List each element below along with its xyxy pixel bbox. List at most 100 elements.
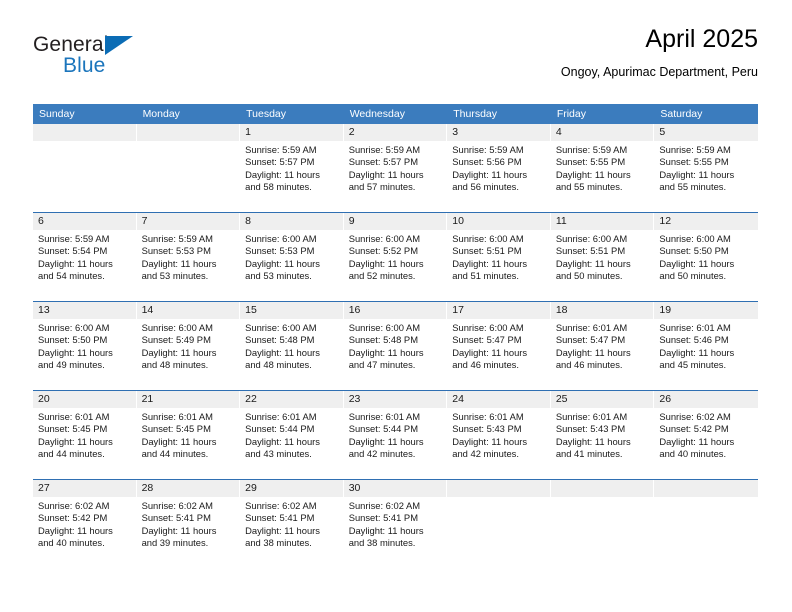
day-info: Sunrise: 6:01 AM Sunset: 5:45 PM Dayligh… — [137, 408, 241, 461]
day-cell[interactable]: 11 Sunrise: 6:00 AM Sunset: 5:51 PM Dayl… — [550, 213, 655, 301]
day-cell[interactable]: 1 Sunrise: 5:59 AM Sunset: 5:57 PM Dayli… — [240, 124, 344, 212]
day-cell[interactable]: 10 Sunrise: 6:00 AM Sunset: 5:51 PM Dayl… — [447, 213, 551, 301]
weekday-header-sunday: Sunday — [39, 108, 75, 120]
day-number: 7 — [136, 213, 241, 230]
day-cell[interactable]: 18 Sunrise: 6:01 AM Sunset: 5:47 PM Dayl… — [550, 302, 655, 390]
sunrise-text: Sunrise: 6:02 AM — [38, 500, 110, 511]
day-cell[interactable]: 20 Sunrise: 6:01 AM Sunset: 5:45 PM Dayl… — [33, 391, 137, 479]
sunrise-text: Sunrise: 5:59 AM — [245, 144, 317, 155]
day-number: 6 — [33, 213, 137, 230]
day-cell[interactable]: 16 Sunrise: 6:00 AM Sunset: 5:48 PM Dayl… — [343, 302, 448, 390]
daylight-text-line2: and 45 minutes. — [659, 359, 727, 371]
day-info: Sunrise: 6:01 AM Sunset: 5:45 PM Dayligh… — [33, 408, 137, 461]
weekday-header-monday: Monday — [142, 108, 180, 120]
day-info: Sunrise: 6:00 AM Sunset: 5:48 PM Dayligh… — [344, 319, 448, 372]
sunrise-text: Sunrise: 6:01 AM — [452, 411, 524, 422]
day-cell[interactable]: 21 Sunrise: 6:01 AM Sunset: 5:45 PM Dayl… — [136, 391, 241, 479]
daylight-text-line2: and 55 minutes. — [555, 181, 623, 193]
sunset-text: Sunset: 5:53 PM — [141, 245, 211, 257]
day-cell[interactable]: 13 Sunrise: 6:00 AM Sunset: 5:50 PM Dayl… — [33, 302, 137, 390]
day-cell[interactable]: 24 Sunrise: 6:01 AM Sunset: 5:43 PM Dayl… — [447, 391, 551, 479]
daylight-text-line1: Daylight: 11 hours — [38, 346, 113, 358]
day-cell[interactable]: 28 Sunrise: 6:02 AM Sunset: 5:41 PM Dayl… — [136, 480, 241, 568]
day-cell[interactable]: 15 Sunrise: 6:00 AM Sunset: 5:48 PM Dayl… — [240, 302, 344, 390]
sunrise-text: Sunrise: 6:00 AM — [38, 322, 110, 333]
week-row: 6 Sunrise: 5:59 AM Sunset: 5:54 PM Dayli… — [33, 212, 758, 301]
general-blue-logo[interactable]: General Blue — [33, 34, 233, 84]
sunset-text: Sunset: 5:47 PM — [555, 334, 626, 346]
day-number — [447, 480, 551, 497]
weekday-header-row: Sunday Monday Tuesday Wednesday Thursday… — [33, 104, 758, 124]
day-number — [136, 124, 241, 141]
day-info: Sunrise: 6:00 AM Sunset: 5:49 PM Dayligh… — [137, 319, 241, 372]
sunrise-text: Sunrise: 5:59 AM — [659, 144, 731, 155]
daylight-text-line1: Daylight: 11 hours — [245, 257, 320, 269]
daylight-text-line2: and 55 minutes. — [659, 181, 727, 193]
day-cell[interactable]: 12 Sunrise: 6:00 AM Sunset: 5:50 PM Dayl… — [654, 213, 758, 301]
day-info: Sunrise: 6:00 AM Sunset: 5:50 PM Dayligh… — [33, 319, 137, 372]
daylight-text-line1: Daylight: 11 hours — [555, 257, 631, 269]
day-info: Sunrise: 6:01 AM Sunset: 5:43 PM Dayligh… — [551, 408, 655, 461]
day-cell[interactable]: 3 Sunrise: 5:59 AM Sunset: 5:56 PM Dayli… — [447, 124, 551, 212]
day-number: 30 — [343, 480, 448, 497]
daylight-text-line1: Daylight: 11 hours — [348, 435, 424, 447]
day-cell[interactable]: 8 Sunrise: 6:00 AM Sunset: 5:53 PM Dayli… — [240, 213, 344, 301]
daylight-text-line1: Daylight: 11 hours — [141, 346, 217, 358]
day-cell[interactable]: 6 Sunrise: 5:59 AM Sunset: 5:54 PM Dayli… — [33, 213, 137, 301]
day-info: Sunrise: 6:02 AM Sunset: 5:41 PM Dayligh… — [137, 497, 241, 550]
daylight-text-line1: Daylight: 11 hours — [659, 435, 735, 447]
day-cell[interactable]: 27 Sunrise: 6:02 AM Sunset: 5:42 PM Dayl… — [33, 480, 137, 568]
day-number: 21 — [136, 391, 241, 408]
day-cell[interactable]: 23 Sunrise: 6:01 AM Sunset: 5:44 PM Dayl… — [343, 391, 448, 479]
week-row: 20 Sunrise: 6:01 AM Sunset: 5:45 PM Dayl… — [33, 390, 758, 479]
daylight-text-line2: and 53 minutes. — [141, 270, 209, 282]
sunset-text: Sunset: 5:41 PM — [245, 512, 315, 524]
sunrise-text: Sunrise: 6:01 AM — [555, 322, 628, 333]
day-cell[interactable]: 14 Sunrise: 6:00 AM Sunset: 5:49 PM Dayl… — [136, 302, 241, 390]
day-cell[interactable]: 30 Sunrise: 6:02 AM Sunset: 5:41 PM Dayl… — [343, 480, 448, 568]
day-cell[interactable]: 17 Sunrise: 6:00 AM Sunset: 5:47 PM Dayl… — [447, 302, 551, 390]
sunrise-text: Sunrise: 6:00 AM — [659, 233, 731, 244]
sunrise-text: Sunrise: 6:01 AM — [141, 411, 213, 422]
day-cell[interactable] — [136, 124, 241, 212]
sunset-text: Sunset: 5:50 PM — [659, 245, 729, 257]
day-cell[interactable]: 9 Sunrise: 6:00 AM Sunset: 5:52 PM Dayli… — [343, 213, 448, 301]
day-cell[interactable]: 29 Sunrise: 6:02 AM Sunset: 5:41 PM Dayl… — [240, 480, 344, 568]
sunset-text: Sunset: 5:49 PM — [141, 334, 211, 346]
day-cell[interactable]: 26 Sunrise: 6:02 AM Sunset: 5:42 PM Dayl… — [654, 391, 758, 479]
daylight-text-line2: and 56 minutes. — [452, 181, 519, 193]
sunrise-text: Sunrise: 5:59 AM — [38, 233, 110, 244]
sunrise-text: Sunrise: 6:00 AM — [245, 322, 317, 333]
sunset-text: Sunset: 5:41 PM — [141, 512, 211, 524]
triangle-icon — [105, 36, 133, 55]
sunset-text: Sunset: 5:48 PM — [348, 334, 418, 346]
sunset-text: Sunset: 5:42 PM — [659, 423, 729, 435]
day-number: 13 — [33, 302, 137, 319]
day-cell[interactable]: 19 Sunrise: 6:01 AM Sunset: 5:46 PM Dayl… — [654, 302, 758, 390]
day-cell[interactable]: 25 Sunrise: 6:01 AM Sunset: 5:43 PM Dayl… — [550, 391, 655, 479]
day-cell[interactable]: 22 Sunrise: 6:01 AM Sunset: 5:44 PM Dayl… — [240, 391, 344, 479]
day-number: 27 — [33, 480, 137, 497]
day-info: Sunrise: 6:00 AM Sunset: 5:52 PM Dayligh… — [344, 230, 448, 283]
sunrise-text: Sunrise: 6:00 AM — [555, 233, 628, 244]
sunset-text: Sunset: 5:43 PM — [555, 423, 626, 435]
day-cell[interactable] — [447, 480, 551, 568]
day-cell[interactable]: 7 Sunrise: 5:59 AM Sunset: 5:53 PM Dayli… — [136, 213, 241, 301]
daylight-text-line2: and 38 minutes. — [348, 537, 416, 549]
daylight-text-line2: and 39 minutes. — [141, 537, 209, 549]
daylight-text-line2: and 42 minutes. — [452, 448, 519, 460]
daylight-text-line2: and 57 minutes. — [348, 181, 416, 193]
sunset-text: Sunset: 5:51 PM — [452, 245, 522, 257]
day-number: 9 — [343, 213, 448, 230]
weekday-header-friday: Friday — [556, 108, 586, 120]
day-cell[interactable] — [654, 480, 758, 568]
daylight-text-line2: and 43 minutes. — [245, 448, 312, 460]
day-cell[interactable] — [550, 480, 655, 568]
day-cell[interactable]: 5 Sunrise: 5:59 AM Sunset: 5:55 PM Dayli… — [654, 124, 758, 212]
sunset-text: Sunset: 5:51 PM — [555, 245, 626, 257]
daylight-text-line2: and 40 minutes. — [659, 448, 727, 460]
day-cell[interactable]: 2 Sunrise: 5:59 AM Sunset: 5:57 PM Dayli… — [343, 124, 448, 212]
day-cell[interactable]: 4 Sunrise: 5:59 AM Sunset: 5:55 PM Dayli… — [550, 124, 655, 212]
day-cell[interactable] — [33, 124, 137, 212]
daylight-text-line2: and 38 minutes. — [245, 537, 312, 549]
